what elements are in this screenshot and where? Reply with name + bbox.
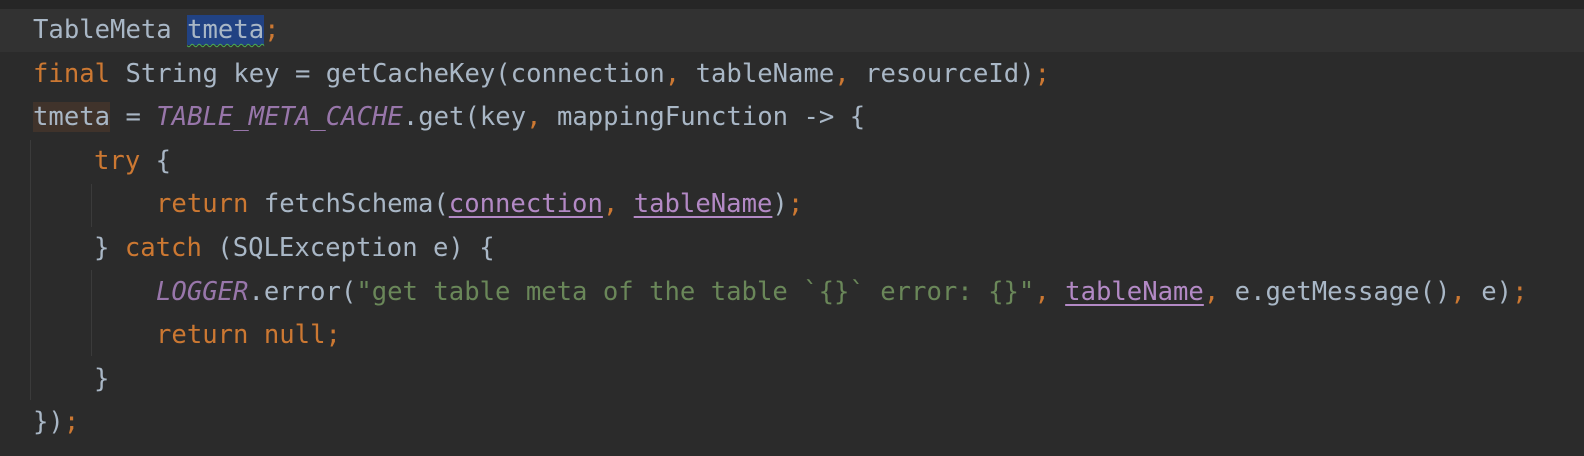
code-token: return (156, 189, 249, 220)
code-token: tableName (633, 189, 773, 220)
code-token: (SQLException e) { (201, 233, 495, 263)
code-line[interactable]: } (94, 358, 109, 401)
code-token: TableMeta (33, 15, 188, 45)
code-token: tableName (695, 58, 835, 89)
code-token: e.getMessage() (1234, 276, 1451, 307)
code-token: String key = getCacheKey(connection (110, 58, 665, 89)
code-token: resourceId) (865, 58, 1035, 89)
code-token: = (110, 102, 157, 133)
code-token: catch (124, 233, 202, 263)
code-token: , (1203, 276, 1235, 307)
code-token: , (602, 189, 634, 220)
code-line[interactable]: return fetchSchema(connection, tableName… (156, 183, 803, 226)
code-token: ; (787, 189, 804, 220)
code-line[interactable]: }); (33, 401, 79, 444)
indent-guide (91, 184, 92, 227)
code-line[interactable]: return null; (156, 314, 341, 357)
code-token: , (1450, 276, 1482, 307)
code-token: }) (33, 407, 64, 438)
code-token: .error( (248, 276, 357, 307)
code-token: } (94, 363, 110, 394)
code-line[interactable]: LOGGER.error("get table meta of the tabl… (156, 271, 1527, 314)
code-token: tmeta (33, 102, 111, 133)
code-token: ; (1034, 58, 1051, 89)
code-line[interactable]: tmeta = TABLE_META_CACHE.get(key, mappin… (33, 96, 865, 139)
indent-guide (91, 270, 92, 356)
code-token: ) (772, 189, 788, 220)
code-token: TABLE_META_CACHE (156, 102, 403, 133)
code-line[interactable]: final String key = getCacheKey(connectio… (33, 53, 1050, 96)
indent-guide (30, 140, 31, 400)
code-token: , (834, 58, 866, 89)
code-editor[interactable]: TableMeta tmeta; final String key = getCa… (0, 0, 1584, 456)
code-token: fetchSchema( (248, 189, 449, 220)
code-token: mappingFunction -> { (556, 102, 866, 133)
code-token: LOGGER (156, 276, 249, 307)
editor-top-edge (0, 0, 1584, 9)
code-token: ; (264, 15, 280, 45)
code-token: tableName (1065, 276, 1204, 307)
code-token: ; (63, 407, 80, 438)
code-token: connection (448, 189, 603, 220)
code-token: return null (156, 320, 326, 351)
code-token: , (526, 102, 557, 133)
code-line[interactable]: } catch (SQLException e) { (94, 227, 495, 270)
code-token: ; (325, 320, 341, 351)
code-token: ; (1512, 276, 1528, 307)
code-line[interactable]: try { (94, 140, 171, 183)
code-token: .get(key (402, 102, 527, 133)
code-token: { (140, 145, 172, 176)
code-token: "get table meta of the table `{}` error:… (356, 276, 1035, 307)
code-token: } (94, 233, 125, 263)
code-token: try (94, 145, 141, 176)
code-token: e) (1481, 276, 1513, 307)
code-token: , (1034, 276, 1066, 307)
code-token: tmeta (187, 15, 265, 45)
code-line[interactable]: TableMeta tmeta; (33, 9, 280, 52)
code-token: , (664, 58, 696, 89)
code-token: final (33, 58, 111, 89)
